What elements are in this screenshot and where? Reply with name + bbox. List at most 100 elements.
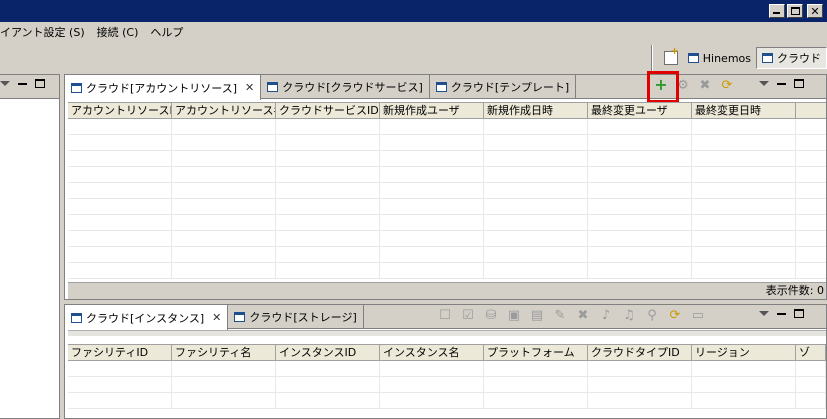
window-icon[interactable]: ▭ [690,307,706,323]
table-cell [380,247,484,263]
delete-icon[interactable]: ✖ [697,77,713,93]
perspective-cloud[interactable]: クラウド [756,47,827,69]
view-menu-icon[interactable] [759,81,769,86]
tab-template[interactable]: クラウド[テンプレート] [430,75,577,99]
table-cell [68,377,172,393]
table-row[interactable] [68,135,826,151]
table-row[interactable] [68,263,826,279]
column-header[interactable]: アカウントリソースID [68,103,172,118]
open-perspective-button[interactable] [659,46,683,69]
tab-cloud-service[interactable]: クラウド[クラウドサービス] [261,75,430,99]
maximize-view-icon[interactable] [794,309,804,318]
delete-icon[interactable]: ✖ [575,307,591,323]
select-icon[interactable]: ☐ [437,307,453,323]
tab-instance[interactable]: クラウド[インスタンス] ✕ [65,305,229,330]
tab-label: クラウド[アカウントリソース] [86,81,238,95]
table-cell [380,361,484,377]
column-header[interactable]: クラウドサービスID [276,103,380,118]
maximize-view-icon[interactable] [35,79,45,88]
tab-account-resource[interactable]: クラウド[アカウントリソース] ✕ [65,75,262,100]
check-icon[interactable]: ☑ [460,307,476,323]
table-row[interactable] [68,183,826,199]
snapshot-icon[interactable]: ▣ [506,307,522,323]
column-header[interactable]: リージョン [692,345,796,360]
table-row[interactable] [68,215,826,231]
table-row[interactable] [68,247,826,263]
minimize-icon [773,12,780,14]
column-header[interactable]: 最終変更日時 [692,103,796,118]
table-cell [68,151,172,167]
view-menu-icon[interactable] [759,311,769,316]
maximize-button[interactable] [787,4,803,18]
left-view [0,74,60,419]
horizontal-scrollbar[interactable] [68,330,826,336]
maximize-view-icon[interactable] [794,79,804,88]
close-tab-icon[interactable]: ✕ [245,81,254,94]
column-header[interactable]: ゾ [796,345,826,360]
table-row[interactable] [68,361,826,377]
tab-label: クラウド[インスタンス] [86,311,205,325]
database-icon[interactable]: ⛁ [483,307,499,323]
column-header[interactable]: 新規作成日時 [484,103,588,118]
table-cell [68,231,172,247]
table-row[interactable] [68,151,826,167]
table-cell [276,119,380,135]
table-cell [172,199,276,215]
column-header[interactable]: インスタンスID [276,345,380,360]
power-on-icon[interactable]: ♪ [598,307,614,323]
table-cell [68,361,172,377]
column-header[interactable]: インスタンス名 [380,345,484,360]
column-header[interactable]: ファシリティ名 [172,345,276,360]
table-cell [276,167,380,183]
table-cell [276,199,380,215]
instance-table: ファシリティID ファシリティ名 インスタンスID インスタンス名 プラットフォーム クラ… [68,344,826,409]
attach-icon[interactable]: ▤ [529,307,545,323]
menu-client-settings[interactable]: イアント設定 (S) [0,24,91,40]
table-cell [484,215,588,231]
table-row[interactable] [68,119,826,135]
maximize-icon [791,7,800,15]
table-row[interactable] [68,231,826,247]
perspective-separator [650,45,653,71]
minimize-view-icon[interactable] [777,82,786,85]
minimize-view-icon[interactable] [777,312,786,315]
table-cell [380,377,484,393]
table-cell [692,377,796,393]
column-header[interactable]: アカウントリソース名 [172,103,276,118]
table-row[interactable] [68,167,826,183]
table-cell [588,393,692,409]
table-cell [588,361,692,377]
table-cell [172,377,276,393]
column-header[interactable]: 新規作成ユーザ [380,103,484,118]
table-cell [484,247,588,263]
edit-icon[interactable]: ✎ [552,307,568,323]
column-header[interactable]: 最終変更ユーザ [588,103,692,118]
close-button[interactable]: ✕ [807,4,823,18]
close-tab-icon[interactable]: ✕ [212,311,221,324]
table-cell [68,393,172,409]
tab-label: クラウド[テンプレート] [450,81,570,94]
menu-help[interactable]: ヘルプ [144,24,189,40]
refresh-icon[interactable]: ⟳ [667,307,683,323]
column-header[interactable]: プラットフォーム [484,345,588,360]
table-row[interactable] [68,377,826,393]
minimize-view-icon[interactable] [18,82,27,85]
view-menu-icon[interactable] [0,81,10,86]
left-view-header [0,75,59,99]
power-off-icon[interactable]: ♫ [621,307,637,323]
tag-icon[interactable]: ⚲ [644,307,660,323]
perspective-hinemos[interactable]: Hinemos [683,47,756,69]
refresh-icon[interactable]: ⟳ [719,77,735,93]
minimize-button[interactable] [769,4,785,18]
tab-storage[interactable]: クラウド[ストレージ] [228,305,364,329]
column-header[interactable]: クラウドタイプID [588,345,692,360]
table-cell [380,167,484,183]
top-view-tabbar: クラウド[アカウントリソース] ✕ クラウド[クラウドサービス] クラウド[テン… [65,75,826,100]
account-resource-table: アカウントリソースID アカウントリソース名 クラウドサービスID 新規作成ユーザ 新規… [68,102,826,279]
table-cell [692,215,796,231]
column-header[interactable]: ファシリティID [68,345,172,360]
table-row[interactable] [68,393,826,409]
table-cell [172,183,276,199]
menu-connection[interactable]: 接続 (C) [91,24,145,40]
table-row[interactable] [68,199,826,215]
